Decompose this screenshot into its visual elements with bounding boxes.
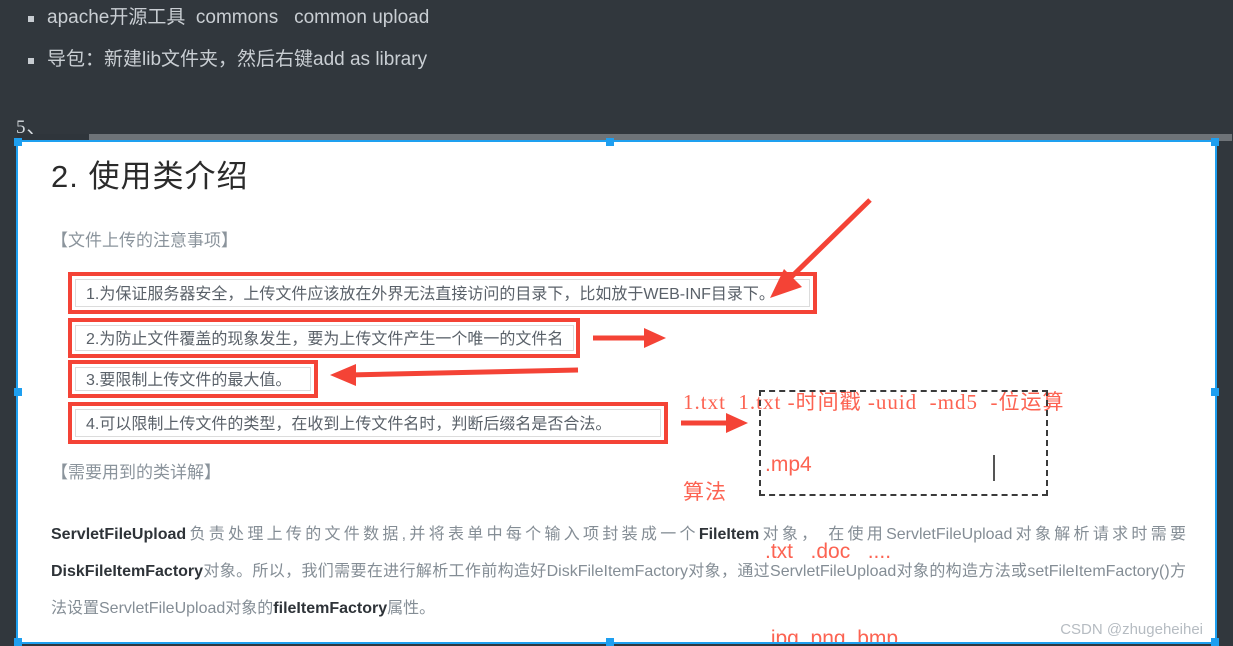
paragraph-part-8: 属性。	[387, 600, 436, 617]
numbered-item-3-text: 3.要限制上传文件的最大值。	[75, 367, 311, 391]
numbered-item-1-text: 1.为保证服务器安全，上传文件应该放在外界无法直接访问的目录下，比如放于WEB-…	[75, 279, 810, 307]
text-cursor	[993, 455, 995, 481]
document-page: 2. 使用类介绍 【文件上传的注意事项】 1.为保证服务器安全，上传文件应该放在…	[18, 142, 1215, 642]
resize-handle-middle-right[interactable]	[1211, 388, 1219, 396]
class-description-paragraph: ServletFileUpload负责处理上传的文件数据,并将表单中每个输入项封…	[51, 516, 1186, 627]
resize-handle-bottom-right[interactable]	[1211, 638, 1219, 646]
resize-handle-bottom-left[interactable]	[14, 638, 22, 646]
numbered-item-3: 3.要限制上传文件的最大值。	[68, 360, 318, 398]
bullet-square-icon	[28, 16, 34, 22]
numbered-item-2-text: 2.为防止文件覆盖的现象发生，要为上传文件产生一个唯一的文件名	[75, 325, 575, 351]
bullet-square-icon	[28, 58, 34, 64]
resize-handle-bottom-center[interactable]	[606, 638, 614, 646]
paragraph-part-2: 负责处理上传的文件数据,并将表单中每个输入项封装成一个	[186, 526, 699, 543]
resize-handle-top-left[interactable]	[14, 138, 22, 146]
resize-handle-top-right[interactable]	[1211, 138, 1219, 146]
list-item: 导包：新建lib文件夹，然后右键add as library	[28, 48, 427, 72]
term-fileitemfactory: fileItemFactory	[273, 600, 388, 617]
resize-handle-top-center[interactable]	[606, 138, 614, 146]
arrow-to-item-3	[330, 364, 579, 386]
extension-list-line-1: .mp4	[765, 453, 812, 476]
term-servletfileupload: ServletFileUpload	[51, 526, 187, 543]
list-item: apache开源工具 commons common upload	[28, 6, 429, 30]
arrow-from-item-2	[593, 328, 666, 348]
term-fileitem: FileItem	[698, 526, 760, 543]
selected-image[interactable]: 2. 使用类介绍 【文件上传的注意事项】 1.为保证服务器安全，上传文件应该放在…	[16, 140, 1217, 644]
numbered-item-4-text: 4.可以限制上传文件的类型，在收到上传文件名时，判断后缀名是否合法。	[75, 409, 661, 437]
numbered-item-4: 4.可以限制上传文件的类型，在收到上传文件名时，判断后缀名是否合法。	[68, 402, 668, 444]
resize-handle-middle-left[interactable]	[14, 388, 22, 396]
numbered-item-1: 1.为保证服务器安全，上传文件应该放在外界无法直接访问的目录下，比如放于WEB-…	[68, 272, 817, 314]
watermark: CSDN @zhugeheihei	[1060, 621, 1203, 638]
extension-list-line-3: .jpg .png .bmp ......	[765, 627, 939, 644]
section-heading-notes: 【文件上传的注意事项】	[51, 231, 238, 250]
paragraph-part-6: 对象。所以，我们需要在进行解析工作前构造好DiskFileItemFactory…	[51, 563, 1186, 617]
code-editor-note-area: apache开源工具 commons common upload 导包：新建li…	[0, 0, 1233, 138]
page-title: 2. 使用类介绍	[51, 159, 249, 194]
numbered-item-2: 2.为防止文件覆盖的现象发生，要为上传文件产生一个唯一的文件名	[68, 318, 580, 358]
section-heading-classes: 【需要用到的类详解】	[51, 463, 221, 482]
paragraph-part-4: 对象， 在使用ServletFileUpload对象解析请求时需要	[759, 526, 1186, 543]
list-item-label: 导包：新建lib文件夹，然后右键add as library	[47, 49, 428, 70]
list-item-label: apache开源工具 commons common upload	[47, 7, 430, 28]
term-diskfileitemfactory: DiskFileItemFactory	[51, 563, 204, 580]
